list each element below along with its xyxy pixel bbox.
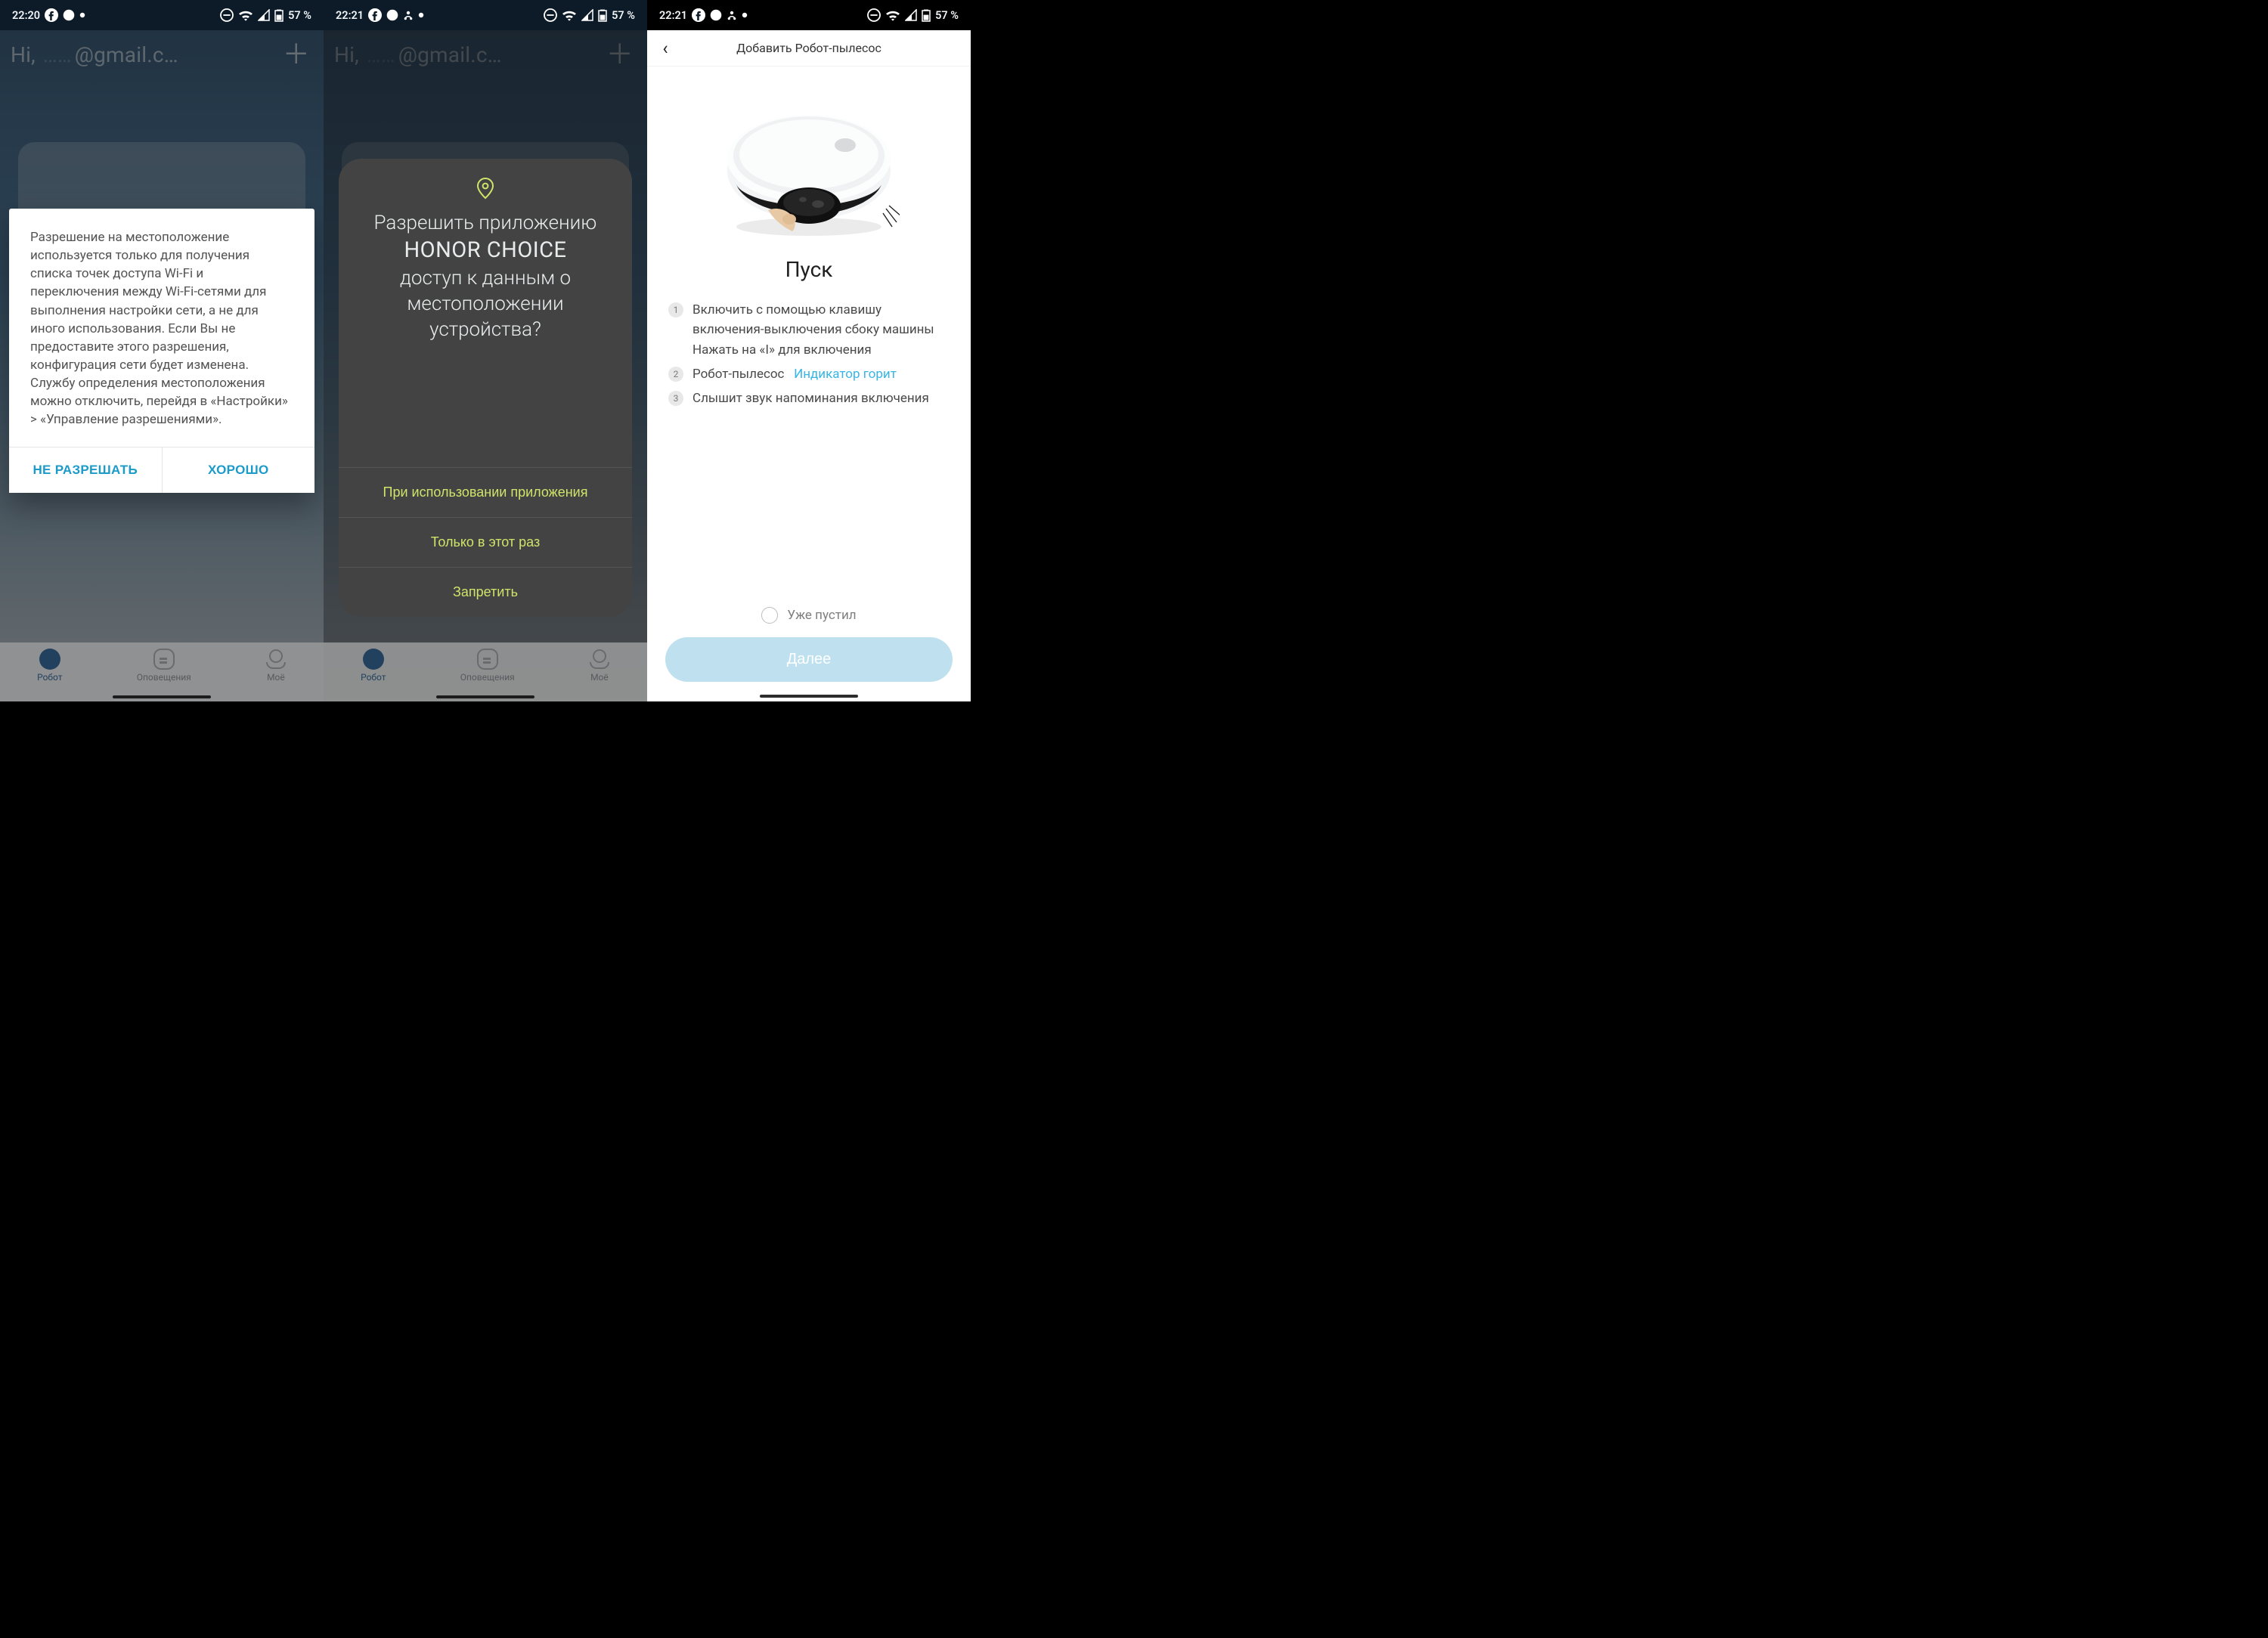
- step-2: 2 Робот-пылесос Индикатор горит: [668, 364, 950, 384]
- dialog-body: Разрешение на местоположение используетс…: [9, 209, 314, 447]
- step-number-icon: 1: [668, 302, 683, 317]
- step-3-text: Слышит звук напоминания включения: [692, 389, 950, 408]
- deny-button[interactable]: НЕ РАЗРЕШАТЬ: [9, 447, 162, 493]
- robot-nav-icon: [39, 649, 60, 670]
- signal-icon: [258, 9, 270, 21]
- dot-icon: [386, 9, 398, 21]
- robot-nav-icon: [363, 649, 384, 670]
- checkbox-label: Уже пустил: [787, 608, 856, 623]
- signal-icon: [905, 9, 917, 21]
- robot-vacuum-illustration: [718, 86, 900, 237]
- status-bar: 22:21 57 %: [647, 0, 971, 30]
- step-number-icon: 2: [668, 367, 683, 382]
- battery-icon: [922, 8, 931, 22]
- step-1a-text: Включить с помощью клавишу включения-вык…: [692, 300, 950, 340]
- screen-title: Добавить Робот-пылесос: [647, 41, 971, 55]
- status-bar: 22:21 57 %: [324, 0, 647, 30]
- small-dot-icon: [742, 12, 748, 18]
- facebook-icon: [45, 8, 58, 22]
- step-2-text: Робот-пылесос: [692, 367, 784, 382]
- permission-title: Разрешить приложению HONOR CHOICE доступ…: [339, 200, 632, 349]
- nav-robot-label: Робот: [37, 672, 62, 683]
- next-button[interactable]: Далее: [665, 637, 953, 682]
- dnd-icon: [220, 8, 234, 22]
- nav-alerts-label: Оповещения: [137, 672, 191, 683]
- wifi-icon: [562, 9, 577, 22]
- dnd-icon: [867, 8, 881, 22]
- status-battery: 57 %: [288, 9, 311, 22]
- status-battery: 57 %: [935, 9, 959, 22]
- checkbox-icon: [761, 607, 778, 624]
- bottom-nav: Робот Оповещения Моё: [0, 643, 324, 701]
- status-time: 22:20: [12, 9, 40, 22]
- nav-robot[interactable]: Робот: [361, 649, 386, 683]
- deny-permission-button[interactable]: Запретить: [339, 567, 632, 617]
- dot-icon: [63, 9, 75, 21]
- step-1b-text: Нажать на «I» для включения: [692, 340, 950, 360]
- alerts-nav-icon: [153, 649, 175, 670]
- wifi-icon: [885, 9, 900, 22]
- status-time: 22:21: [659, 9, 687, 22]
- alerts-nav-icon: [477, 649, 498, 670]
- nav-robot[interactable]: Робот: [37, 649, 62, 683]
- indicator-on-link[interactable]: Индикатор горит: [794, 367, 897, 382]
- nav-mine[interactable]: Моё: [265, 649, 287, 683]
- ok-button[interactable]: ХОРОШО: [162, 447, 315, 493]
- already-started-checkbox[interactable]: Уже пустил: [665, 607, 953, 624]
- status-time: 22:21: [336, 9, 364, 22]
- dot-icon: [710, 9, 722, 21]
- gesture-pill: [113, 695, 211, 698]
- small-dot-icon: [79, 12, 85, 18]
- dnd-icon: [544, 8, 557, 22]
- status-bar: 22:20 57 %: [0, 0, 324, 30]
- setup-steps: 1 Включить с помощью клавишу включения-в…: [647, 300, 971, 413]
- allow-once-button[interactable]: Только в этот раз: [339, 517, 632, 567]
- mine-nav-icon: [265, 649, 287, 670]
- nav-mine-label: Моё: [590, 672, 609, 683]
- battery-icon: [598, 8, 607, 22]
- step-3: 3 Слышит звук напоминания включения: [668, 389, 950, 408]
- nav-alerts-label: Оповещения: [460, 672, 515, 683]
- screenshot-1: Hi, …… @gmail.c… ＋ 22:20 57 % Разрешение…: [0, 0, 324, 701]
- add-robot-screen: ‹ Добавить Робот-пылесос Пуск 1 Включить…: [647, 30, 971, 701]
- nav-robot-label: Робот: [361, 672, 386, 683]
- step-1: 1 Включить с помощью клавишу включения-в…: [668, 300, 950, 360]
- nav-mine[interactable]: Моё: [589, 649, 610, 683]
- mine-nav-icon: [589, 649, 610, 670]
- nav-mine-label: Моё: [267, 672, 285, 683]
- section-heading: Пуск: [647, 257, 971, 282]
- gesture-pill: [436, 695, 534, 698]
- gesture-pill: [760, 695, 858, 698]
- system-location-permission-dialog: Разрешить приложению HONOR CHOICE доступ…: [339, 159, 632, 617]
- screen-header: ‹ Добавить Робот-пылесос: [647, 30, 971, 67]
- step-number-icon: 3: [668, 391, 683, 406]
- facebook-icon: [368, 8, 382, 22]
- perm-app-name: HONOR CHOICE: [404, 237, 566, 263]
- nav-alerts[interactable]: Оповещения: [137, 649, 191, 683]
- location-explanation-dialog: Разрешение на местоположение используетс…: [9, 209, 314, 493]
- battery-icon: [274, 8, 284, 22]
- screenshot-2: Hi, …… @gmail.c… ＋ 22:21 57 % Разрешить …: [324, 0, 647, 701]
- bottom-nav: Робот Оповещения Моё: [324, 643, 647, 701]
- skater-icon: [727, 9, 737, 21]
- allow-while-using-button[interactable]: При использовании приложения: [339, 467, 632, 517]
- facebook-icon: [692, 8, 705, 22]
- location-pin-icon: [475, 177, 496, 200]
- perm-line2: доступ к данным о местоположении устройс…: [400, 267, 571, 342]
- screenshot-3: 22:21 57 % ‹ Добавить Робот-пылесос Пуск…: [647, 0, 971, 701]
- skater-icon: [403, 9, 414, 21]
- nav-alerts[interactable]: Оповещения: [460, 649, 515, 683]
- status-battery: 57 %: [612, 9, 635, 22]
- perm-line1: Разрешить приложению: [374, 212, 597, 234]
- signal-icon: [581, 9, 593, 21]
- small-dot-icon: [418, 12, 424, 18]
- wifi-icon: [238, 9, 253, 22]
